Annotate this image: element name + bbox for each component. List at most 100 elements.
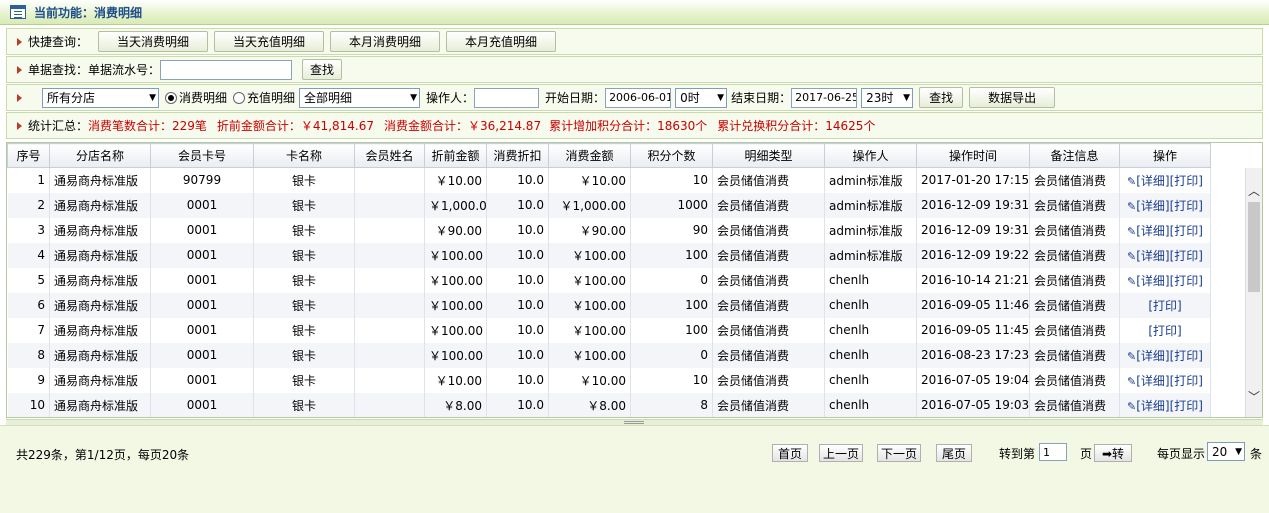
table-cell: 10 bbox=[630, 167, 713, 193]
table-cell: 会员储值消费 bbox=[1029, 392, 1120, 417]
table-cell: 4 bbox=[7, 242, 50, 268]
detail-link[interactable]: [详细] bbox=[1136, 349, 1169, 363]
goto-page-input[interactable]: 1 bbox=[1039, 443, 1067, 461]
table-cell: 100 bbox=[630, 292, 713, 318]
vertical-scrollbar[interactable]: ︿ ﹀ bbox=[1245, 168, 1262, 417]
single-search-button[interactable]: 查找 bbox=[302, 59, 343, 80]
table-cell: ￥90.00 bbox=[424, 217, 487, 243]
scroll-up-icon[interactable]: ︿ bbox=[1246, 182, 1262, 198]
print-link[interactable]: [打印] bbox=[1148, 299, 1181, 313]
first-page-button[interactable]: 首页 bbox=[772, 444, 808, 462]
prev-page-button[interactable]: 上一页 bbox=[819, 444, 863, 462]
stats-consume-amount: 消费金额合计：￥36,214.87 bbox=[384, 119, 542, 133]
table-row[interactable]: 9 通易商舟标准版 0001 银卡 ￥10.00 10.0 ￥10.00 10 会员储值消费 ch… bbox=[7, 367, 1211, 393]
print-link[interactable]: [打印] bbox=[1170, 199, 1203, 213]
detail-link[interactable]: [详细] bbox=[1136, 399, 1169, 413]
table-cell: 2016-07-05 19:04:2 bbox=[916, 367, 1030, 393]
scroll-thumb[interactable] bbox=[1248, 202, 1260, 292]
table-cell: ￥100.00 bbox=[548, 242, 631, 268]
table-cell: 3 bbox=[7, 217, 50, 243]
detail-link[interactable]: [详细] bbox=[1136, 274, 1169, 288]
per-page-select[interactable]: 20 ▼ bbox=[1207, 442, 1245, 461]
table-row[interactable]: 3 通易商舟标准版 0001 银卡 ￥90.00 10.0 ￥90.00 90 会员储值消费 ad… bbox=[7, 217, 1211, 243]
table-cell: 会员储值消费 bbox=[712, 242, 825, 268]
table-row[interactable]: 8 通易商舟标准版 0001 银卡 ￥100.00 10.0 ￥100.00 0 会员储值消费 c… bbox=[7, 342, 1211, 368]
pager-summary: 共229条，第1/12页，每页20条 bbox=[16, 448, 190, 462]
month-recharge-button[interactable]: 本月充值明细 bbox=[446, 31, 557, 52]
detail-link[interactable]: [详细] bbox=[1136, 224, 1169, 238]
table-row[interactable]: 1 通易商舟标准版 90799 银卡 ￥10.00 10.0 ￥10.00 10 会员储值消费 a… bbox=[7, 167, 1211, 193]
stats-row: 统计汇总： 消费笔数合计：229笔 折前金额合计：￥41,814.67 消费金额… bbox=[6, 112, 1263, 139]
table-cell: 2016-09-05 11:46:0 bbox=[916, 292, 1030, 318]
table-cell: ✎[详细][打印] bbox=[1119, 167, 1211, 193]
table-row[interactable]: 5 通易商舟标准版 0001 银卡 ￥100.00 10.0 ￥100.00 0 会员储值消费 c… bbox=[7, 267, 1211, 293]
table-row[interactable]: 2通易商舟标准版0001银卡￥1,000.0010.0￥1,000.001000… bbox=[7, 192, 1211, 218]
detail-link[interactable]: [详细] bbox=[1136, 174, 1169, 188]
table-cell: chenlh bbox=[824, 392, 917, 417]
store-select-value: 所有分店 bbox=[47, 91, 96, 105]
detail-link[interactable]: [详细] bbox=[1136, 199, 1169, 213]
month-consume-button[interactable]: 本月消费明细 bbox=[330, 31, 441, 52]
today-consume-button[interactable]: 当天消费明细 bbox=[98, 31, 209, 52]
table-cell: 银卡 bbox=[253, 317, 355, 343]
table-cell: ￥100.00 bbox=[548, 267, 631, 293]
today-recharge-button[interactable]: 当天充值明细 bbox=[214, 31, 325, 52]
print-link[interactable]: [打印] bbox=[1170, 374, 1203, 388]
start-date-input[interactable]: 2006-06-01 bbox=[605, 87, 672, 108]
table-cell: 10.0 bbox=[486, 267, 549, 293]
last-page-button[interactable]: 尾页 bbox=[936, 444, 972, 462]
table-row[interactable]: 4 通易商舟标准版 0001 银卡 ￥100.00 10.0 ￥100.00 100 会员储值消… bbox=[7, 242, 1211, 268]
table-cell: 0 bbox=[630, 342, 713, 368]
table-cell: 会员储值消费 bbox=[1029, 342, 1120, 368]
recharge-radio-label: 充值明细 bbox=[247, 91, 296, 105]
table-cell: 10.0 bbox=[486, 317, 549, 343]
table-cell: ￥8.00 bbox=[424, 392, 487, 417]
store-select[interactable]: 所有分店 ▼ bbox=[42, 87, 159, 108]
pager-bar: 共229条，第1/12页，每页20条 首页 上一页 下一页 尾页 转到第 1 页… bbox=[0, 425, 1269, 513]
next-page-button[interactable]: 下一页 bbox=[877, 444, 921, 462]
pencil-icon: ✎ bbox=[1127, 374, 1137, 388]
table-cell: ✎[详细][打印] bbox=[1119, 342, 1211, 368]
detail-link[interactable]: [详细] bbox=[1136, 249, 1169, 263]
table-cell: 通易商舟标准版 bbox=[49, 267, 151, 293]
table-row[interactable]: 6 通易商舟标准版 0001 银卡 ￥100.00 10.0 ￥100.00 100 会员储值消… bbox=[7, 292, 1211, 318]
print-link[interactable]: [打印] bbox=[1170, 224, 1203, 238]
goto-button[interactable]: ➡转 bbox=[1094, 444, 1132, 462]
table-cell: 银卡 bbox=[253, 192, 355, 218]
table-cell: 10.0 bbox=[486, 392, 549, 417]
table-row[interactable]: 10 通易商舟标准版 0001 银卡 ￥8.00 10.0 ￥8.00 8 会员储值消费 chen… bbox=[7, 392, 1211, 417]
print-link[interactable]: [打印] bbox=[1170, 349, 1203, 363]
table-cell bbox=[354, 192, 425, 218]
table-cell: ￥100.00 bbox=[548, 292, 631, 318]
table-cell: 0001 bbox=[150, 367, 254, 393]
arrow-right-icon bbox=[17, 37, 22, 46]
print-link[interactable]: [打印] bbox=[1148, 324, 1181, 338]
scroll-down-icon[interactable]: ﹀ bbox=[1246, 388, 1262, 404]
table-cell: 0001 bbox=[150, 317, 254, 343]
table-cell: 通易商舟标准版 bbox=[49, 292, 151, 318]
table-cell: 2 bbox=[7, 192, 50, 218]
operator-input[interactable] bbox=[474, 87, 540, 108]
export-button[interactable]: 数据导出 bbox=[969, 87, 1056, 108]
table-cell: 0001 bbox=[150, 342, 254, 368]
consume-radio[interactable] bbox=[165, 91, 177, 104]
serial-number-input[interactable] bbox=[160, 59, 293, 80]
end-hour-select[interactable]: 23时 ▼ bbox=[861, 87, 914, 108]
table-cell: 100 bbox=[630, 242, 713, 268]
table-cell: 10.0 bbox=[486, 342, 549, 368]
print-link[interactable]: [打印] bbox=[1170, 399, 1203, 413]
detail-type-select[interactable]: 全部明细 ▼ bbox=[299, 87, 421, 108]
table-row[interactable]: 7 通易商舟标准版 0001 银卡 ￥100.00 10.0 ￥100.00 100 会员储值消… bbox=[7, 317, 1211, 343]
table-cell: 10 bbox=[630, 367, 713, 393]
detail-link[interactable]: [详细] bbox=[1136, 374, 1169, 388]
end-date-input[interactable]: 2017-06-25 bbox=[791, 87, 858, 108]
stats-points-added: 累计增加积分合计：18630个 bbox=[549, 119, 708, 133]
filter-search-button[interactable]: 查找 bbox=[919, 87, 964, 108]
print-link[interactable]: [打印] bbox=[1170, 249, 1203, 263]
start-hour-select[interactable]: 0时 ▼ bbox=[675, 87, 728, 108]
print-link[interactable]: [打印] bbox=[1170, 274, 1203, 288]
recharge-radio[interactable] bbox=[233, 91, 246, 104]
print-link[interactable]: [打印] bbox=[1170, 174, 1203, 188]
table-cell: chenlh bbox=[824, 267, 917, 293]
table-cell: 10.0 bbox=[486, 367, 549, 393]
